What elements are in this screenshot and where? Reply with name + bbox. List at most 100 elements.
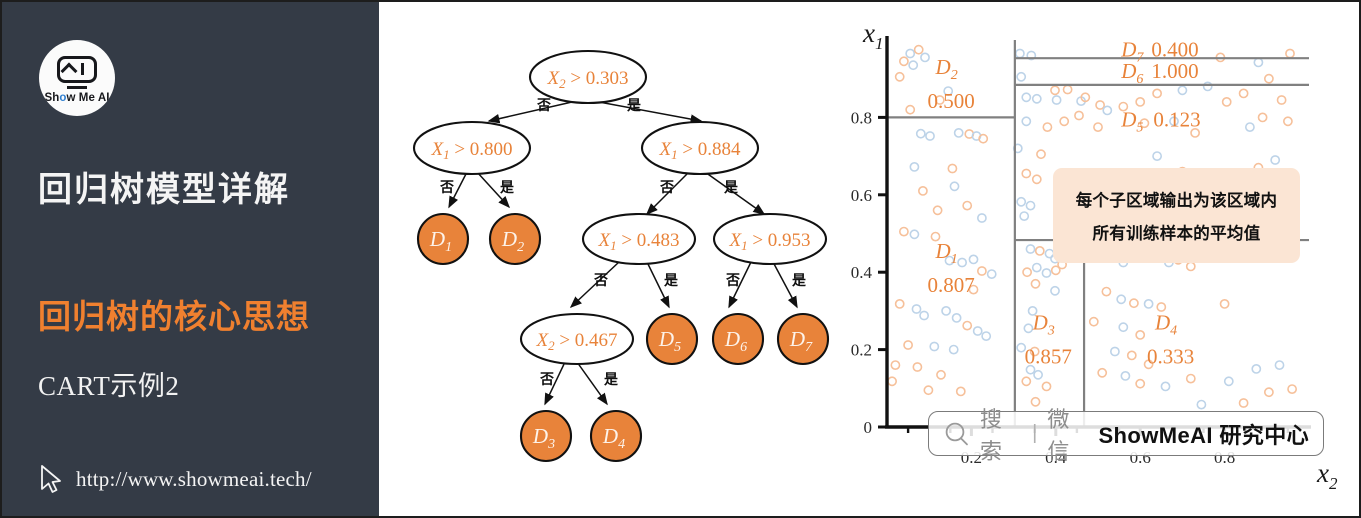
- scatter-point: [1221, 97, 1232, 107]
- tree-node-rr-label: X1 > 0.953: [728, 230, 810, 253]
- scatter-point: [1036, 149, 1046, 160]
- scatter-point: [1051, 95, 1062, 105]
- scatter-point: [986, 269, 997, 279]
- edge-label-no: 否: [539, 371, 554, 387]
- scatter-point: [903, 340, 913, 350]
- scatter-point: [929, 341, 940, 352]
- scatter-point: [1031, 262, 1042, 273]
- scatter-point: [1223, 376, 1234, 387]
- section-subtitle: CART示例2: [38, 371, 180, 401]
- region-name: D4: [1154, 311, 1177, 339]
- scatter-point: [1031, 174, 1042, 185]
- scatter-point: [1042, 122, 1053, 132]
- scatter-point: [1118, 322, 1129, 333]
- wechat-search-bar[interactable]: 搜索 | 微信 ShowMeAI 研究中心: [928, 407, 1324, 464]
- scatter-point: [911, 304, 922, 314]
- scatter-point: [1126, 350, 1137, 361]
- scatter-point: [1019, 211, 1030, 221]
- scatter-point: [1219, 298, 1230, 309]
- edge-label-yes: 是: [792, 272, 807, 288]
- scatter-point: [899, 56, 909, 67]
- tree-node-right-label: X1 > 0.884: [658, 139, 741, 162]
- scatter-point: [1050, 285, 1060, 296]
- edge-label-yes: 是: [627, 97, 642, 113]
- edge-label-yes: 是: [724, 179, 739, 195]
- scatter-point: [905, 104, 916, 115]
- scatter-point: [1274, 360, 1285, 370]
- edge-label-no: 否: [593, 272, 608, 288]
- scatter-point: [909, 161, 920, 172]
- scatter-point: [918, 185, 928, 196]
- y-axis-label: x1: [862, 18, 883, 53]
- wechat-label: 微信: [1047, 406, 1071, 464]
- page-title: 回归树模型详解: [38, 171, 290, 209]
- scatter-point: [962, 320, 973, 331]
- scatter-point: [1059, 116, 1070, 127]
- scatter-point: [925, 131, 935, 141]
- scatter-point: [1287, 384, 1297, 394]
- scatter-point: [947, 163, 958, 174]
- scatter-point: [1030, 278, 1041, 289]
- edge-label-yes: 是: [500, 179, 515, 195]
- scatter-point: [949, 181, 960, 192]
- region-label-D5: D5 0.123: [1120, 107, 1200, 135]
- tree-node-rl-label: X1 > 0.483: [597, 230, 679, 253]
- scatter-point: [912, 362, 923, 372]
- edge-label-no: 否: [659, 179, 674, 195]
- tree-node-root-label: X2 > 0.303: [546, 68, 628, 91]
- region-name: D1: [935, 239, 958, 267]
- search-magnifier-icon: [945, 422, 968, 445]
- scatter-point: [1031, 93, 1042, 104]
- scatter-point: [1041, 381, 1052, 392]
- search-label: 搜索: [980, 406, 1004, 464]
- logo-word-suffix: w Me AI: [66, 92, 110, 104]
- scatter-point: [1196, 399, 1207, 410]
- url-row[interactable]: http://www.showmeai.tech/: [38, 464, 312, 494]
- scatter-point: [1088, 316, 1099, 327]
- scatter-point: [913, 44, 924, 55]
- scatter-point: [915, 128, 926, 139]
- edge-label-no: 否: [536, 97, 551, 113]
- scatter-point: [1185, 373, 1196, 384]
- scatter-point: [909, 229, 920, 240]
- edge-label-no: 否: [439, 179, 454, 195]
- scatter-point: [1021, 92, 1032, 103]
- scatter-point: [1109, 346, 1120, 357]
- scatter-point: [976, 266, 987, 276]
- annotation-callout: 每个子区域输出为该区域内 所有训练样本的平均值: [1053, 168, 1300, 263]
- scatter-point: [972, 326, 983, 336]
- account-name: ShowMeAI 研究中心: [1098, 422, 1309, 448]
- edge-label-yes: 是: [664, 272, 679, 288]
- scatter-point: [1135, 97, 1146, 107]
- scatter-point: [1244, 122, 1255, 132]
- callout-line-1: 每个子区域输出为该区域内: [1075, 192, 1278, 210]
- edge-label-yes: 是: [604, 371, 619, 387]
- scatter-point: [1050, 85, 1060, 96]
- scatter-point: [1021, 376, 1032, 387]
- scatter-point: [1021, 116, 1032, 127]
- region-name: D7 0.400: [1120, 38, 1198, 66]
- scatter-point: [1021, 168, 1032, 179]
- scatter-point: [957, 257, 967, 268]
- scatter-point: [948, 344, 959, 355]
- scatter-point: [1101, 286, 1112, 297]
- scatter-point: [1143, 298, 1154, 309]
- region-label-D1: D1 0.807: [928, 239, 975, 297]
- sidebar: Show Me AI 回归树模型详解 回归树的核心思想 CART示例2 http…: [2, 2, 379, 516]
- scatter-point: [1033, 369, 1043, 380]
- scatter-point: [923, 385, 934, 396]
- website-url: http://www.showmeai.tech/: [76, 466, 312, 491]
- scatter-point: [1095, 100, 1105, 110]
- cursor-arrow-icon: [41, 465, 61, 493]
- decision-tree-diagram: X2 > 0.303 X1 > 0.800 X1 > 0.884 X1 > 0.…: [412, 49, 830, 463]
- scatter-point: [1016, 196, 1027, 207]
- scatter-point: [1152, 151, 1162, 161]
- slide-root: Show Me AI 回归树模型详解 回归树的核心思想 CART示例2 http…: [0, 0, 1361, 518]
- scatter-point: [887, 376, 897, 387]
- scatter-point: [962, 200, 973, 211]
- scatter-point: [1202, 81, 1213, 92]
- scatter-point: [955, 386, 966, 397]
- region-label-D7: D7 0.400: [1120, 38, 1198, 66]
- robot-bar-icon: [81, 63, 85, 75]
- scatter-point: [1160, 381, 1171, 392]
